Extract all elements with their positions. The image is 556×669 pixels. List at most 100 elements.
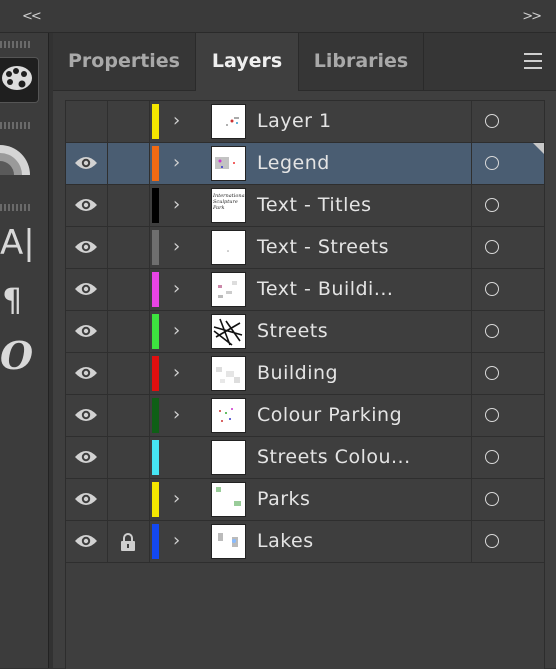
layer-color-swatch: [152, 188, 159, 223]
target-circle-icon[interactable]: [485, 156, 499, 170]
visibility-eye-icon[interactable]: [74, 155, 98, 171]
layer-color-swatch: [152, 104, 159, 139]
lock-icon[interactable]: [120, 155, 136, 173]
lock-icon[interactable]: [120, 323, 136, 341]
target-circle-icon[interactable]: [485, 240, 499, 254]
layer-row[interactable]: › Lakes: [66, 521, 544, 563]
layer-color-swatch: [152, 482, 159, 517]
visibility-eye-icon[interactable]: [74, 239, 98, 255]
layer-row[interactable]: › Layer 1: [66, 101, 544, 143]
target-circle-icon[interactable]: [485, 114, 499, 128]
layer-name[interactable]: Legend: [257, 152, 330, 174]
grip-handle[interactable]: [0, 41, 30, 48]
lock-icon[interactable]: [120, 491, 136, 509]
panel-menu-icon[interactable]: [524, 53, 542, 74]
layer-name[interactable]: Lakes: [257, 530, 314, 552]
color-guide-icon[interactable]: [0, 143, 34, 181]
layer-thumbnail: [211, 146, 246, 181]
visibility-eye-icon[interactable]: [74, 407, 98, 423]
layer-name[interactable]: Colour Parking: [257, 404, 402, 426]
target-circle-icon[interactable]: [485, 282, 499, 296]
layer-row[interactable]: › Colour Parking: [66, 395, 544, 437]
target-circle-icon[interactable]: [485, 492, 499, 506]
layer-thumbnail: [211, 440, 246, 475]
layer-thumbnail: [211, 272, 246, 307]
layer-name[interactable]: Streets: [257, 320, 328, 342]
visibility-eye-icon[interactable]: [74, 533, 98, 549]
lock-icon[interactable]: [120, 239, 136, 257]
layer-name[interactable]: Parks: [257, 488, 310, 510]
layer-color-swatch: [152, 272, 159, 307]
layer-row[interactable]: › Legend: [66, 143, 544, 185]
lock-icon[interactable]: [120, 113, 136, 131]
tab-layers[interactable]: Layers: [196, 33, 298, 91]
target-circle-icon[interactable]: [485, 408, 499, 422]
grip-handle[interactable]: [0, 204, 30, 211]
selection-indicator-icon: [533, 143, 544, 154]
lock-icon[interactable]: [120, 533, 136, 551]
layer-name[interactable]: Text - Streets: [257, 236, 389, 258]
layer-thumbnail: [211, 104, 246, 139]
expand-chevron-icon[interactable]: ›: [173, 152, 180, 173]
lock-icon[interactable]: [120, 197, 136, 215]
expand-chevron-icon[interactable]: ›: [173, 404, 180, 425]
layer-name[interactable]: Streets Colou...: [257, 446, 411, 468]
grip-handle[interactable]: [0, 122, 30, 129]
collapse-right-button[interactable]: >>: [522, 9, 542, 24]
layer-row[interactable]: Streets Colou...: [66, 437, 544, 479]
layer-name[interactable]: Text - Titles: [257, 194, 371, 216]
visibility-eye-icon[interactable]: [74, 449, 98, 465]
layer-color-swatch: [152, 230, 159, 265]
paragraph-icon[interactable]: ¶: [2, 281, 22, 319]
character-icon[interactable]: A|: [0, 223, 35, 263]
opentype-icon[interactable]: O: [0, 333, 33, 378]
collapse-left-button[interactable]: <<: [22, 9, 42, 24]
lock-icon[interactable]: [120, 365, 136, 383]
layer-color-swatch: [152, 398, 159, 433]
visibility-eye-icon[interactable]: [74, 281, 98, 297]
layer-color-swatch: [152, 440, 159, 475]
visibility-eye-icon[interactable]: [74, 113, 98, 129]
expand-chevron-icon[interactable]: ›: [173, 110, 180, 131]
target-circle-icon[interactable]: [485, 198, 499, 212]
layer-thumbnail: [211, 398, 246, 433]
expand-chevron-icon[interactable]: ›: [173, 278, 180, 299]
lock-icon[interactable]: [120, 449, 136, 467]
layer-thumbnail: [211, 482, 246, 517]
layer-color-swatch: [152, 524, 159, 559]
layer-name[interactable]: Layer 1: [257, 110, 332, 132]
visibility-eye-icon[interactable]: [74, 323, 98, 339]
expand-chevron-icon[interactable]: ›: [173, 488, 180, 509]
layer-name[interactable]: Text - Buildi...: [257, 278, 393, 300]
layer-name[interactable]: Building: [257, 362, 338, 384]
layer-thumbnail: [211, 356, 246, 391]
layer-row[interactable]: › Parks: [66, 479, 544, 521]
tab-properties[interactable]: Properties: [53, 33, 195, 90]
target-circle-icon[interactable]: [485, 450, 499, 464]
layer-row[interactable]: › Text - Streets: [66, 227, 544, 269]
target-circle-icon[interactable]: [485, 366, 499, 380]
panel-collapse-bar: << >>: [0, 0, 556, 33]
target-circle-icon[interactable]: [485, 324, 499, 338]
visibility-eye-icon[interactable]: [74, 491, 98, 507]
thumbnail-text: International Sculpture Park: [213, 193, 246, 211]
lock-icon[interactable]: [120, 407, 136, 425]
layer-row[interactable]: › Streets: [66, 311, 544, 353]
layer-row[interactable]: › Text - Buildi...: [66, 269, 544, 311]
lock-icon[interactable]: [120, 281, 136, 299]
layer-thumbnail: [211, 314, 246, 349]
visibility-eye-icon[interactable]: [74, 197, 98, 213]
expand-chevron-icon[interactable]: ›: [173, 194, 180, 215]
palette-icon[interactable]: [0, 57, 39, 103]
layer-color-swatch: [152, 146, 159, 181]
tab-libraries[interactable]: Libraries: [299, 33, 423, 90]
layer-row[interactable]: › Building: [66, 353, 544, 395]
layer-row[interactable]: › International Sculpture Park Text - Titl…: [66, 185, 544, 227]
target-circle-icon[interactable]: [485, 534, 499, 548]
visibility-eye-icon[interactable]: [74, 365, 98, 381]
expand-chevron-icon[interactable]: ›: [173, 320, 180, 341]
expand-chevron-icon[interactable]: ›: [173, 530, 180, 551]
layer-thumbnail: International Sculpture Park: [211, 188, 246, 223]
expand-chevron-icon[interactable]: ›: [173, 362, 180, 383]
expand-chevron-icon[interactable]: ›: [173, 236, 180, 257]
